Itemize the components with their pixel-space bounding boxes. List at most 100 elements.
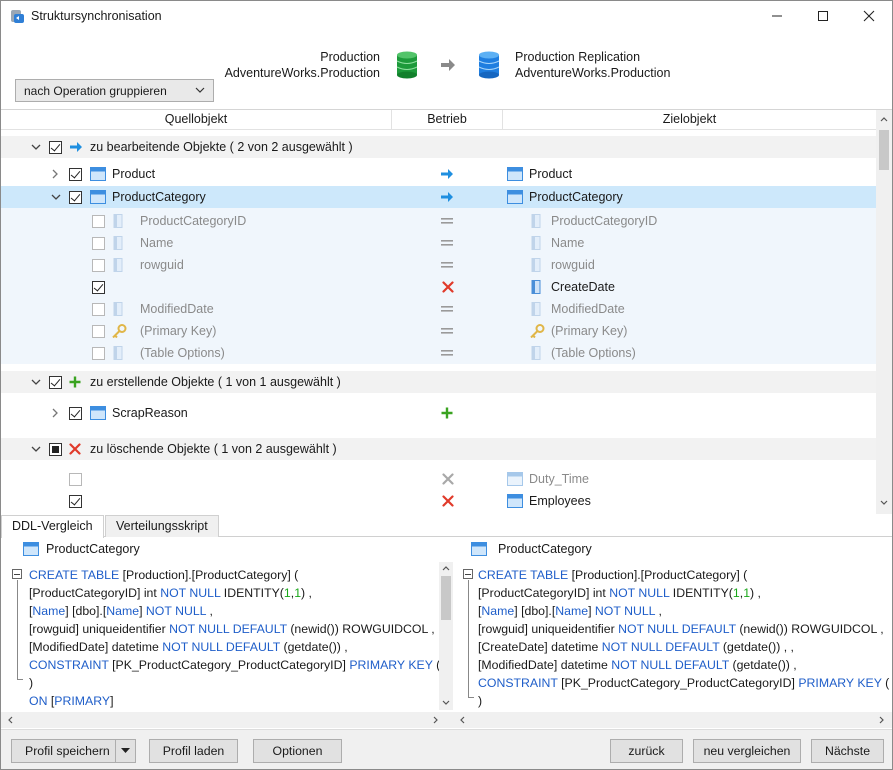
source-database-icon (396, 51, 418, 79)
chevron-down-icon[interactable] (51, 193, 61, 201)
target-database-icon (478, 51, 500, 79)
scroll-right-icon[interactable] (879, 716, 885, 724)
column-row[interactable]: ModifiedDate ModifiedDate (1, 298, 876, 320)
row-checkbox[interactable] (69, 167, 82, 181)
source-db: AdventureWorks.Production (224, 66, 380, 80)
column-row[interactable]: rowguid rowguid (1, 254, 876, 276)
row-checkbox[interactable] (92, 258, 105, 272)
minimize-button[interactable] (754, 1, 800, 31)
table-row[interactable]: Duty_Time (1, 468, 876, 490)
grid-vertical-scrollbar[interactable] (876, 110, 892, 514)
ddl-source-code[interactable]: CREATE TABLE [Production].[ProductCatego… (29, 566, 439, 712)
caret-down-icon (121, 748, 130, 753)
scroll-left-icon[interactable] (459, 716, 465, 724)
chevron-down-icon[interactable] (31, 378, 41, 386)
row-checkbox[interactable] (92, 324, 105, 338)
app-icon (11, 10, 24, 23)
maximize-button[interactable] (800, 1, 846, 31)
grouping-dropdown-value: nach Operation gruppieren (24, 83, 167, 98)
delete-x-icon (69, 443, 81, 455)
grouping-dropdown[interactable]: nach Operation gruppieren (15, 79, 214, 102)
group-create-label: zu erstellende Objekte ( 1 von 1 ausgewä… (90, 375, 341, 389)
fold-toggle-icon[interactable] (463, 569, 473, 579)
scroll-up-icon[interactable] (442, 565, 450, 571)
target-object-name: Employees (529, 494, 591, 508)
equal-icon (441, 328, 453, 334)
chevron-right-icon[interactable] (51, 169, 59, 179)
close-button[interactable] (846, 1, 892, 31)
equal-icon (441, 218, 453, 224)
scroll-down-icon[interactable] (880, 500, 888, 506)
column-operation[interactable]: Betrieb (392, 110, 502, 130)
ddl-target-code[interactable]: CREATE TABLE [Production].[ProductCatego… (478, 566, 892, 712)
row-checkbox[interactable] (69, 406, 82, 420)
fold-guide (468, 697, 474, 698)
table-row[interactable]: Product Product (1, 163, 876, 185)
save-profile-dropdown[interactable] (115, 740, 135, 762)
target-object-name: ProductCategory (529, 190, 623, 204)
ddl-source-hscrollbar[interactable] (1, 712, 453, 728)
group-row-delete[interactable]: zu löschende Objekte ( 1 von 2 ausgewähl… (1, 438, 876, 460)
load-profile-button[interactable]: Profil laden (149, 739, 238, 763)
group-delete-checkbox[interactable] (49, 442, 62, 456)
table-row[interactable]: Employees (1, 490, 876, 512)
row-checkbox[interactable] (69, 472, 82, 486)
row-checkbox[interactable] (69, 494, 82, 508)
table-icon (471, 542, 487, 556)
next-button[interactable]: Nächste (811, 739, 884, 763)
chevron-down-icon[interactable] (31, 445, 41, 453)
group-update-label: zu bearbeitende Objekte ( 2 von 2 ausgew… (90, 140, 353, 154)
ddl-source-scroll-thumb[interactable] (441, 576, 451, 620)
table-row-selected[interactable]: ProductCategory ProductCategory (1, 186, 876, 208)
bottom-tabs: DDL-Vergleich Verteilungsskript (1, 515, 892, 538)
ddl-source-vscrollbar[interactable] (439, 562, 453, 710)
table-icon (507, 472, 523, 486)
group-create-checkbox[interactable] (49, 375, 62, 389)
target-column-name: (Primary Key) (551, 324, 628, 338)
equal-icon (441, 240, 453, 246)
scroll-up-icon[interactable] (880, 116, 888, 122)
tab-deploy-script[interactable]: Verteilungsskript (105, 515, 219, 537)
table-icon (90, 406, 106, 420)
table-icon (23, 542, 39, 556)
row-checkbox[interactable] (92, 346, 105, 360)
source-object-name: ProductCategory (112, 190, 206, 204)
table-row[interactable]: ScrapReason (1, 402, 876, 424)
group-update-checkbox[interactable] (49, 140, 62, 154)
back-button[interactable]: zurück (610, 739, 683, 763)
tab-ddl-compare[interactable]: DDL-Vergleich (1, 515, 104, 538)
row-checkbox[interactable] (92, 280, 105, 294)
column-row[interactable]: (Table Options) (Table Options) (1, 342, 876, 364)
sync-window: Struktursynchronisation Production Adven… (0, 0, 893, 770)
chevron-right-icon[interactable] (51, 408, 59, 418)
row-checkbox[interactable] (69, 190, 82, 204)
options-button[interactable]: Optionen (253, 739, 342, 763)
grid-scroll-thumb[interactable] (879, 130, 889, 170)
save-profile-button[interactable]: Profil speichern (11, 739, 136, 763)
chevron-down-icon[interactable] (31, 143, 41, 151)
scroll-down-icon[interactable] (442, 700, 450, 706)
delete-x-icon (442, 473, 454, 485)
group-row-create[interactable]: zu erstellende Objekte ( 1 von 1 ausgewä… (1, 371, 876, 393)
column-source[interactable]: Quellobjekt (1, 110, 391, 130)
scroll-left-icon[interactable] (7, 716, 13, 724)
ddl-target-hscrollbar[interactable] (453, 712, 892, 728)
group-row-update[interactable]: zu bearbeitende Objekte ( 2 von 2 ausgew… (1, 136, 876, 158)
column-row[interactable]: (Primary Key) (Primary Key) (1, 320, 876, 342)
fold-toggle-icon[interactable] (12, 569, 22, 579)
scroll-right-icon[interactable] (433, 716, 439, 724)
recompare-button[interactable]: neu vergleichen (693, 739, 801, 763)
group-delete-label: zu löschende Objekte ( 1 von 2 ausgewähl… (90, 442, 337, 456)
row-checkbox[interactable] (92, 236, 105, 250)
row-checkbox[interactable] (92, 302, 105, 316)
footer-bar: Profil speichern Profil laden Optionen z… (1, 729, 892, 769)
column-row[interactable]: CreateDate (1, 276, 876, 298)
target-info: Production Replication AdventureWorks.Pr… (515, 49, 670, 81)
column-icon (531, 346, 541, 360)
target-column-name: rowguid (551, 258, 595, 272)
source-column-name: ModifiedDate (140, 302, 214, 316)
column-row[interactable]: ProductCategoryID ProductCategoryID (1, 210, 876, 232)
column-row[interactable]: Name Name (1, 232, 876, 254)
column-target[interactable]: Zielobjekt (503, 110, 876, 130)
row-checkbox[interactable] (92, 214, 105, 228)
